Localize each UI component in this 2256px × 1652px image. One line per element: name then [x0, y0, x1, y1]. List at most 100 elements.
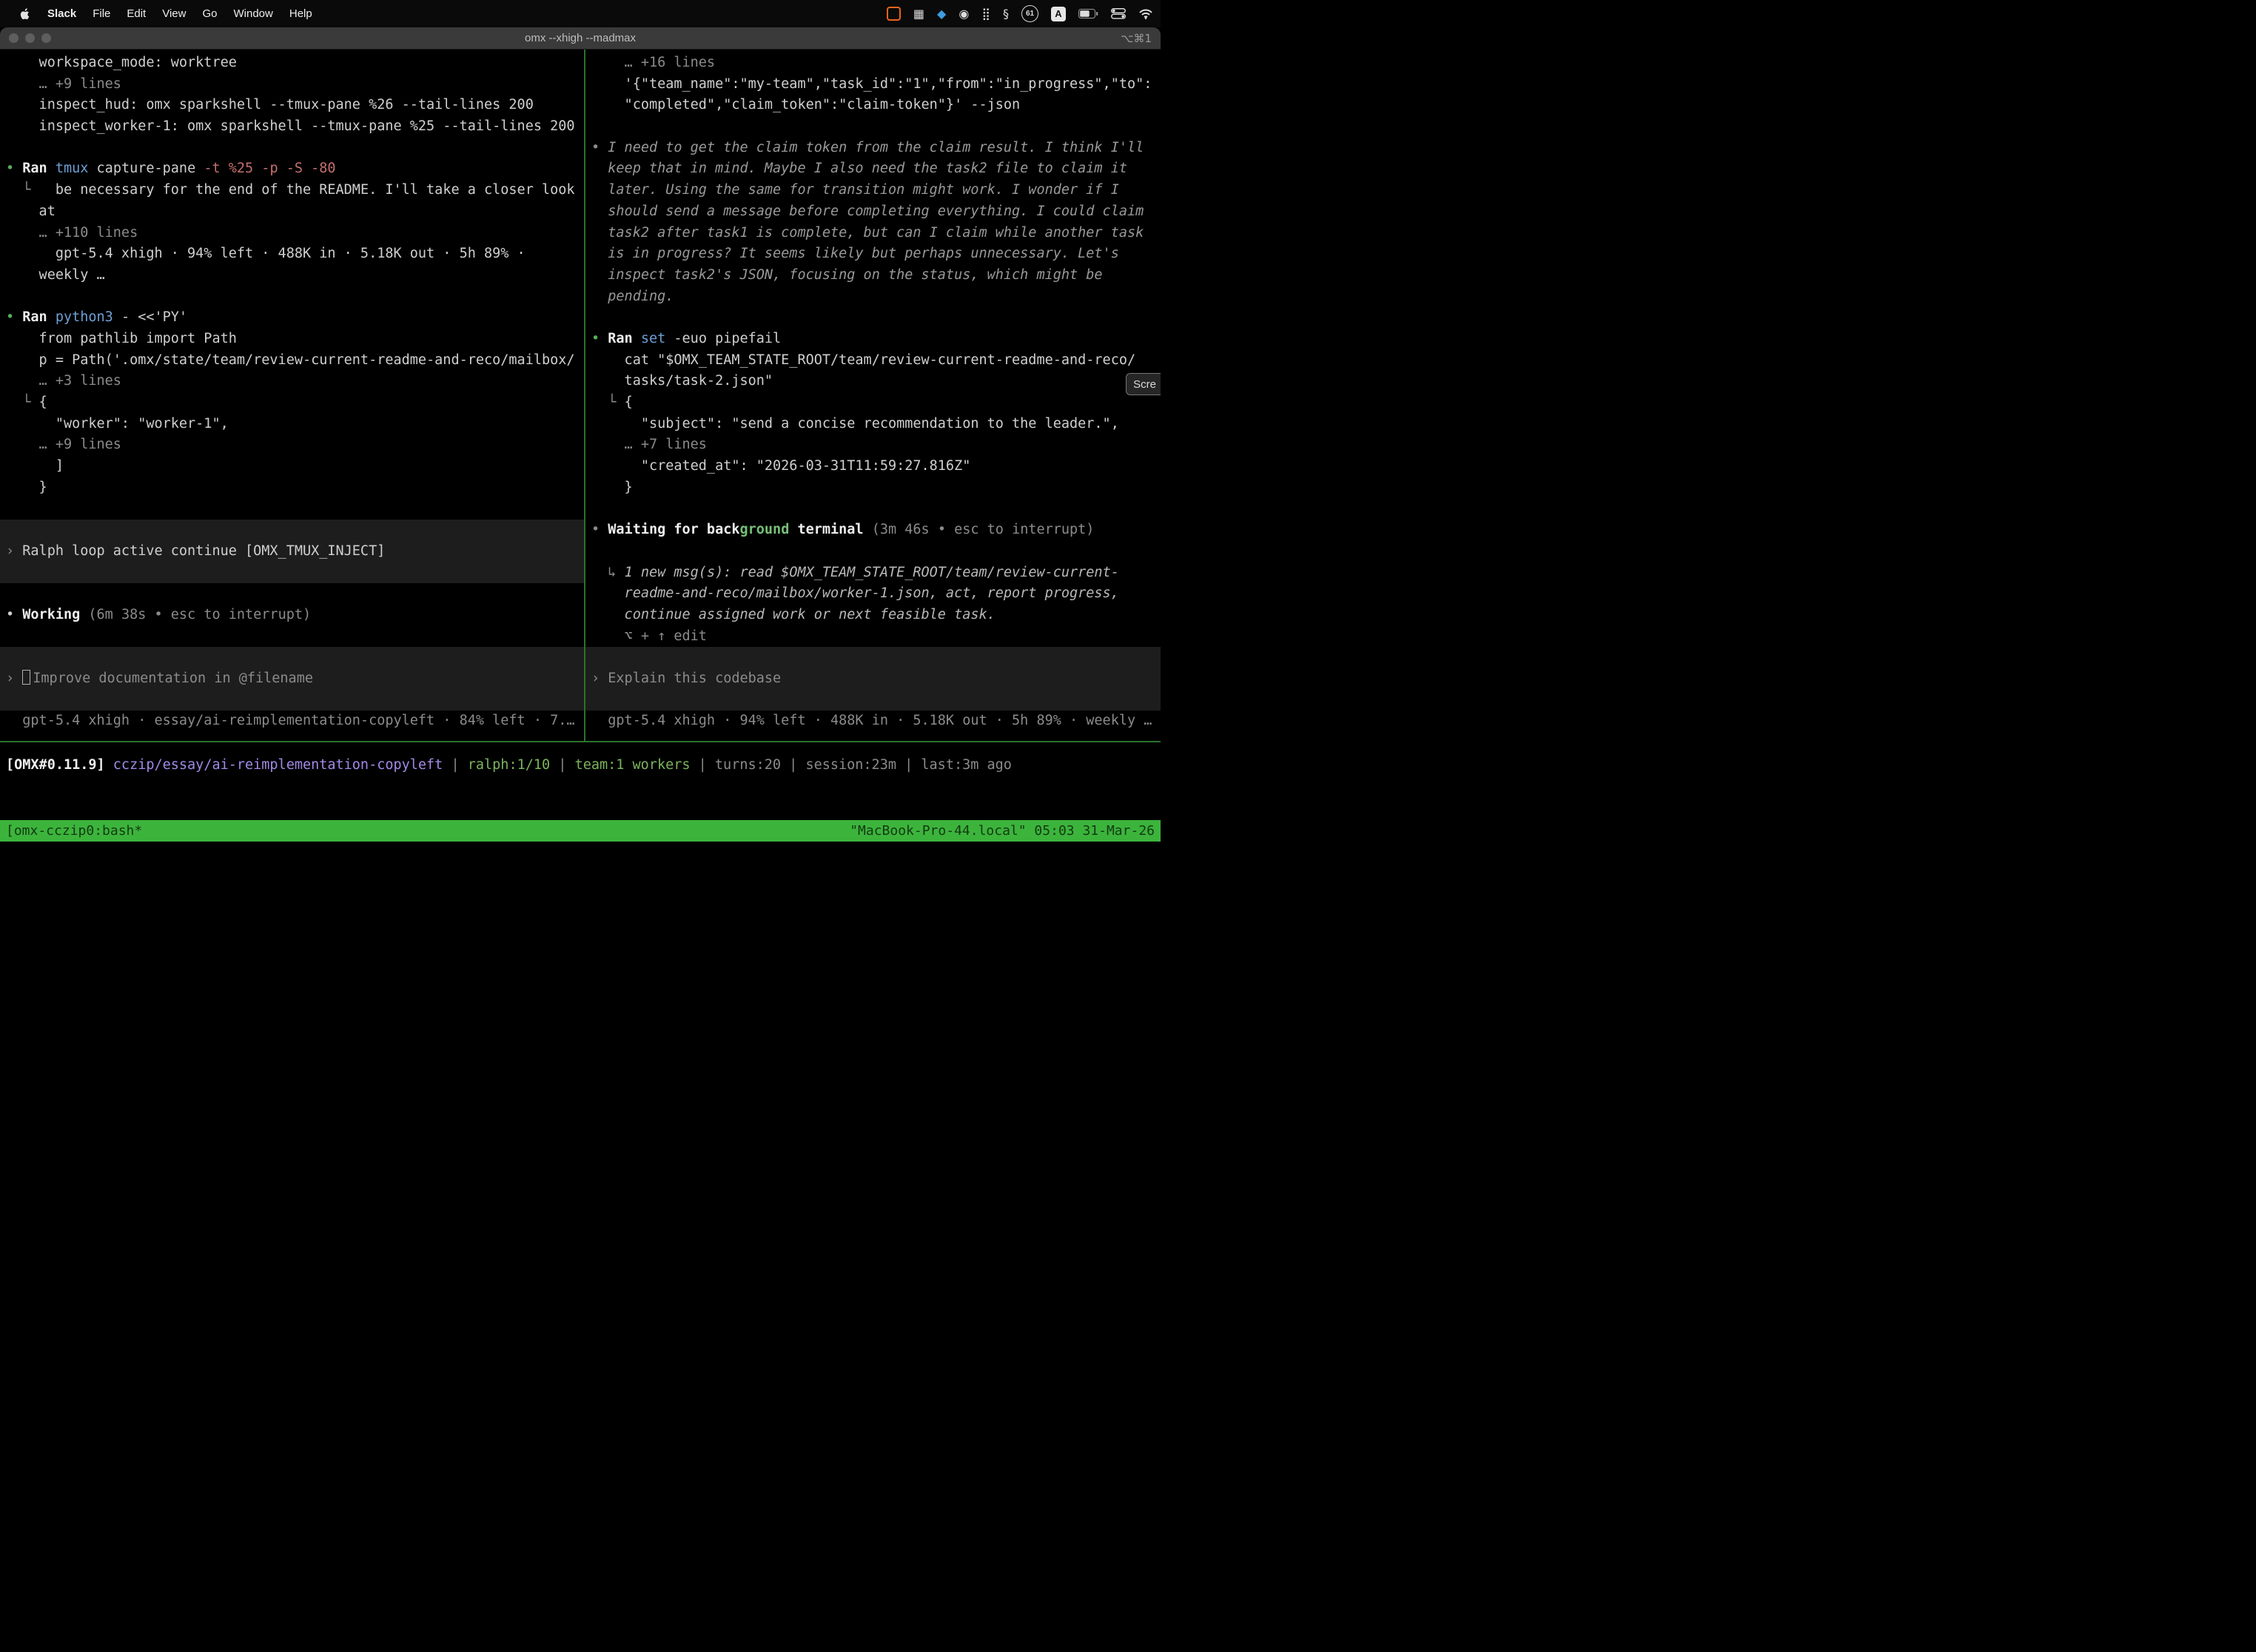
text-segment: … +7 lines [591, 437, 707, 452]
text-segment: } [6, 480, 47, 495]
dots-grid-icon[interactable]: ⣿ [981, 6, 990, 22]
text-segment: ground [740, 522, 790, 537]
input-band-row [0, 647, 584, 668]
terminal-line: … +9 lines [0, 74, 584, 95]
menu-item-go[interactable]: Go [194, 7, 225, 20]
terminal-line [0, 626, 584, 648]
text-segment: pending. [591, 289, 674, 304]
text-segment: is in progress? It seems likely but perh… [591, 246, 1119, 261]
terminal-line: from pathlib import Path [0, 329, 584, 350]
terminal-line [585, 541, 1161, 563]
input-band-row [0, 563, 584, 584]
menu-bar-status-area: ▦ ◆ ◉ ⣿ § 61 A [887, 5, 1153, 22]
menu-item-view[interactable]: View [154, 7, 194, 20]
menu-item-window[interactable]: Window [226, 7, 281, 20]
tmux-status-bar: [omx-cczip0:bash* "MacBook-Pro-44.local"… [0, 820, 1161, 842]
terminal-line: '{"team_name":"my-team","task_id":"1","f… [585, 74, 1161, 95]
terminal-line: ⌥ + ↑ edit [585, 626, 1161, 648]
text-segment: session:23m [805, 757, 896, 773]
composer-input-right[interactable]: › Explain this codebase [585, 668, 1161, 690]
battery-icon[interactable] [1078, 6, 1098, 22]
screen-recording-indicator[interactable] [887, 7, 901, 21]
text-segment: › [6, 543, 22, 559]
terminal-line: is in progress? It seems likely but perh… [585, 244, 1161, 265]
text-segment: inspect_hud: omx sparkshell --tmux-pane … [6, 97, 534, 113]
ralph-loop-status-input[interactable]: › Ralph loop active continue [OMX_TMUX_I… [0, 541, 584, 563]
text-segment: "completed","claim_token":"claim-token"}… [591, 97, 1020, 113]
text-segment: at [6, 204, 56, 219]
terminal-line: "created_at": "2026-03-31T11:59:27.816Z" [585, 456, 1161, 477]
text-segment: keep that in mind. Maybe I also need the… [591, 161, 1127, 176]
terminal-line: keep that in mind. Maybe I also need the… [585, 158, 1161, 180]
terminal-line: └ { [0, 392, 584, 414]
terminal-line: └ { [585, 392, 1161, 414]
text-segment: inspect task2's JSON, focusing on the st… [591, 267, 1103, 283]
screen-overlay-badge: Scre [1126, 373, 1161, 395]
menu-item-file[interactable]: File [84, 7, 118, 20]
text-segment: … +16 lines [591, 55, 715, 70]
terminal-line: "worker": "worker-1", [0, 414, 584, 435]
terminal-line [585, 307, 1161, 329]
text-segment: Ralph loop active continue [OMX_TMUX_INJ… [22, 543, 385, 559]
raycast-icon[interactable]: ◆ [937, 6, 946, 22]
terminal-line: ] [0, 456, 584, 477]
menu-bar-left: Slack FileEditViewGoWindowHelp [10, 7, 320, 21]
apple-menu[interactable] [10, 7, 39, 21]
text-segment: "worker": "worker-1", [6, 416, 229, 432]
terminal-line: at [0, 201, 584, 223]
terminal-line [0, 138, 584, 159]
text-segment: python3 [56, 309, 121, 325]
terminal-line: … +7 lines [585, 434, 1161, 456]
terminal-line [0, 583, 584, 605]
terminal-line: } [585, 477, 1161, 499]
terminal-line: gpt-5.4 xhigh · 94% left · 488K in · 5.1… [585, 711, 1161, 732]
window-title-bar[interactable]: omx --xhigh --madmax ⌥⌘1 [0, 27, 1161, 50]
text-segment: … +3 lines [6, 373, 121, 389]
app-glyph-icon[interactable]: § [1003, 6, 1009, 22]
text-segment: team:1 workers [575, 757, 691, 773]
control-center-icon[interactable] [1111, 6, 1126, 22]
text-segment: terminal [789, 522, 871, 537]
text-segment: | [443, 757, 467, 773]
input-band-row [0, 520, 584, 541]
text-segment: • [591, 331, 608, 346]
text-segment: Improve documentation in @filename [33, 671, 313, 686]
window-grid-icon[interactable]: ▦ [913, 6, 924, 22]
window-shortcut-hint: ⌥⌘1 [1121, 32, 1152, 45]
wifi-icon[interactable] [1138, 6, 1153, 22]
text-segment: { [39, 394, 47, 410]
text-segment: -euo pipefail [674, 331, 781, 346]
text-segment: Waiting for back [608, 522, 739, 537]
text-segment: 1 new msg(s): read $OMX_TEAM_STATE_ROOT/… [625, 565, 1119, 580]
text-segment: … +9 lines [6, 437, 121, 452]
terminal-line: "subject": "send a concise recommendatio… [585, 414, 1161, 435]
text-segment: continue assigned work or next feasible … [591, 607, 996, 622]
terminal-line [0, 498, 584, 520]
text-segment: weekly … [6, 267, 105, 283]
terminal-line: "completed","claim_token":"claim-token"}… [585, 95, 1161, 116]
tmux-session-window[interactable]: [omx-cczip0:bash* [6, 820, 142, 842]
menu-item-help[interactable]: Help [281, 7, 320, 20]
record-circle-icon[interactable]: ◉ [959, 6, 969, 22]
terminal-line: workspace_mode: worktree [0, 53, 584, 74]
input-band-row [585, 690, 1161, 711]
text-segment: └ [6, 182, 30, 198]
text-segment: should send a message before completing … [591, 204, 1144, 219]
menu-item-edit[interactable]: Edit [118, 7, 154, 20]
input-source-icon[interactable]: A [1051, 7, 1066, 21]
text-segment: I need to get the claim token from the c… [608, 140, 1144, 155]
text-segment: | [896, 757, 921, 773]
terminal-line: later. Using the same for transition mig… [585, 180, 1161, 201]
text-segment: } [591, 480, 633, 495]
text-segment: • [591, 140, 608, 155]
terminal-line: continue assigned work or next feasible … [585, 605, 1161, 626]
text-segment: set [641, 331, 674, 346]
composer-input-left[interactable]: › Improve documentation in @filename [0, 668, 584, 690]
text-segment: [OMX#0.11.9] [6, 757, 113, 773]
battery-percent-badge[interactable]: 61 [1021, 5, 1038, 22]
text-segment: ⌥ + ↑ edit [591, 628, 707, 644]
window-title: omx --xhigh --madmax [0, 32, 1161, 44]
text-segment: • [591, 522, 608, 537]
terminal-line: • Ran set -euo pipefail [585, 329, 1161, 350]
app-menu-slack[interactable]: Slack [39, 7, 84, 20]
